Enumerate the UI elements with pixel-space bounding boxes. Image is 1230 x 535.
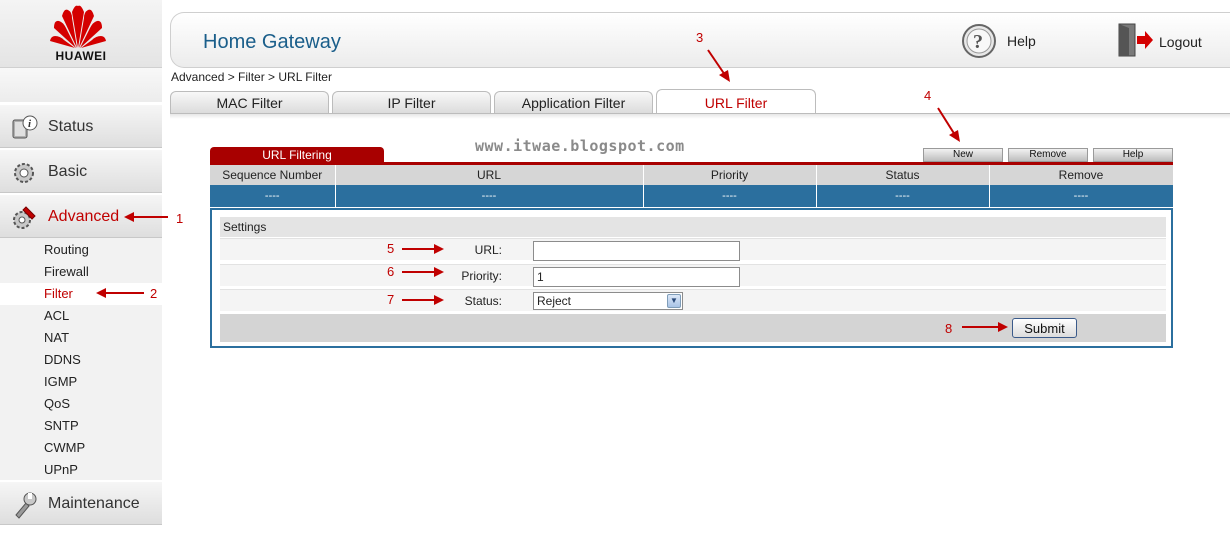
table-row[interactable]: ---- ---- ---- ---- ----	[210, 185, 1174, 207]
priority-label: Priority:	[461, 269, 502, 283]
url-filter-table: Sequence Number URL Priority Status Remo…	[210, 165, 1174, 207]
status-icon: i	[12, 115, 38, 139]
annotation-arrow-icon	[96, 288, 144, 298]
sidebar-item-label: Basic	[48, 163, 88, 180]
priority-row: Priority:	[220, 264, 1166, 287]
watermark: www.itwae.blogspot.com	[475, 137, 685, 155]
submenu-item-routing[interactable]: Routing	[0, 239, 162, 261]
annotation-arrow-icon	[937, 107, 960, 142]
status-row: Status: Reject ▼	[220, 289, 1166, 311]
remove-button[interactable]: Remove	[1008, 148, 1088, 162]
tab-mac-filter[interactable]: MAC Filter	[170, 91, 329, 113]
submenu-item-ddns[interactable]: DDNS	[0, 349, 162, 371]
breadcrumb: Advanced > Filter > URL Filter	[171, 70, 332, 84]
sidebar-item-basic[interactable]: Basic	[0, 149, 162, 193]
sidebar-item-status[interactable]: i Status	[0, 104, 162, 148]
maintenance-icon	[15, 492, 37, 519]
sidebar: HUAWEI i Status Basic Advanced Routing F…	[0, 0, 162, 535]
submenu-item-igmp[interactable]: IGMP	[0, 371, 162, 393]
annotation-arrow-icon	[962, 322, 1008, 332]
submenu-item-sntp[interactable]: SNTP	[0, 415, 162, 437]
help-label: Help	[1007, 33, 1036, 49]
submenu-item-acl[interactable]: ACL	[0, 305, 162, 327]
annotation-number: 4	[924, 88, 932, 103]
settings-title: Settings	[220, 217, 1166, 237]
url-row: URL:	[220, 238, 1166, 261]
app-title: Home Gateway	[203, 31, 341, 53]
submenu-item-cwmp[interactable]: CWMP	[0, 437, 162, 459]
logout-label: Logout	[1159, 34, 1202, 50]
submenu-item-firewall[interactable]: Firewall	[0, 261, 162, 283]
tab-divider	[170, 113, 1230, 119]
status-select[interactable]: Reject ▼	[533, 292, 683, 310]
status-select-value: Reject	[537, 294, 572, 308]
table-cell: ----	[989, 185, 1174, 207]
table-help-button[interactable]: Help	[1093, 148, 1173, 162]
submenu-item-upnp[interactable]: UPnP	[0, 459, 162, 481]
help-button[interactable]: ? Help	[961, 22, 1051, 60]
logout-icon	[1118, 23, 1153, 57]
tab-application-filter[interactable]: Application Filter	[494, 91, 653, 113]
submenu-item-nat[interactable]: NAT	[0, 327, 162, 349]
annotation-arrow-icon	[124, 212, 168, 222]
annotation-number: 8	[945, 321, 953, 336]
annotation-number: 3	[696, 30, 704, 45]
sidebar-item-label: Status	[48, 118, 94, 135]
column-header: Priority	[643, 165, 817, 185]
table-header-row: Sequence Number URL Priority Status Remo…	[210, 165, 1174, 185]
table-cell: ----	[335, 185, 644, 207]
column-header: Sequence Number	[210, 165, 336, 185]
huawei-logo-icon	[50, 5, 106, 48]
column-header: URL	[335, 165, 644, 185]
annotation-number: 1	[176, 211, 184, 226]
table-cell: ----	[643, 185, 817, 207]
sidebar-item-label: Advanced	[48, 208, 120, 225]
url-label: URL:	[474, 243, 502, 257]
annotation-number: 2	[150, 286, 158, 301]
brand-name: HUAWEI	[55, 49, 107, 63]
annotation-number: 7	[387, 292, 395, 307]
annotation-number: 5	[387, 241, 395, 256]
settings-panel: Settings URL: Priority: Status: Reject ▼…	[210, 208, 1173, 348]
annotation-number: 6	[387, 264, 395, 279]
tab-url-filter[interactable]: URL Filter	[656, 89, 816, 114]
column-header: Remove	[989, 165, 1174, 185]
priority-input[interactable]	[533, 267, 740, 287]
new-button[interactable]: New	[923, 148, 1003, 162]
help-icon: ?	[962, 24, 996, 58]
logout-button[interactable]: Logout	[1115, 22, 1215, 60]
advanced-icon	[13, 206, 36, 229]
url-input[interactable]	[533, 241, 740, 261]
chevron-down-icon: ▼	[667, 294, 681, 308]
sidebar-item-label: Maintenance	[48, 495, 140, 512]
sidebar-item-maintenance[interactable]: Maintenance	[0, 481, 162, 525]
submit-button[interactable]: Submit	[1012, 318, 1077, 338]
huawei-logo: HUAWEI	[0, 0, 162, 68]
svg-text:?: ?	[973, 31, 983, 53]
table-cell: ----	[816, 185, 990, 207]
submenu-item-qos[interactable]: QoS	[0, 393, 162, 415]
annotation-arrow-icon	[402, 267, 444, 277]
annotation-arrow-icon	[707, 49, 730, 82]
status-label: Status:	[464, 294, 502, 308]
column-header: Status	[816, 165, 990, 185]
annotation-arrow-icon	[402, 295, 444, 305]
table-cell: ----	[210, 185, 336, 207]
advanced-submenu: Routing Firewall Filter ACL NAT DDNS IGM…	[0, 239, 162, 481]
sidebar-spacer	[0, 68, 162, 102]
submit-row: Submit	[220, 314, 1166, 342]
tab-ip-filter[interactable]: IP Filter	[332, 91, 491, 113]
basic-icon	[14, 163, 34, 183]
annotation-arrow-icon	[402, 244, 444, 254]
